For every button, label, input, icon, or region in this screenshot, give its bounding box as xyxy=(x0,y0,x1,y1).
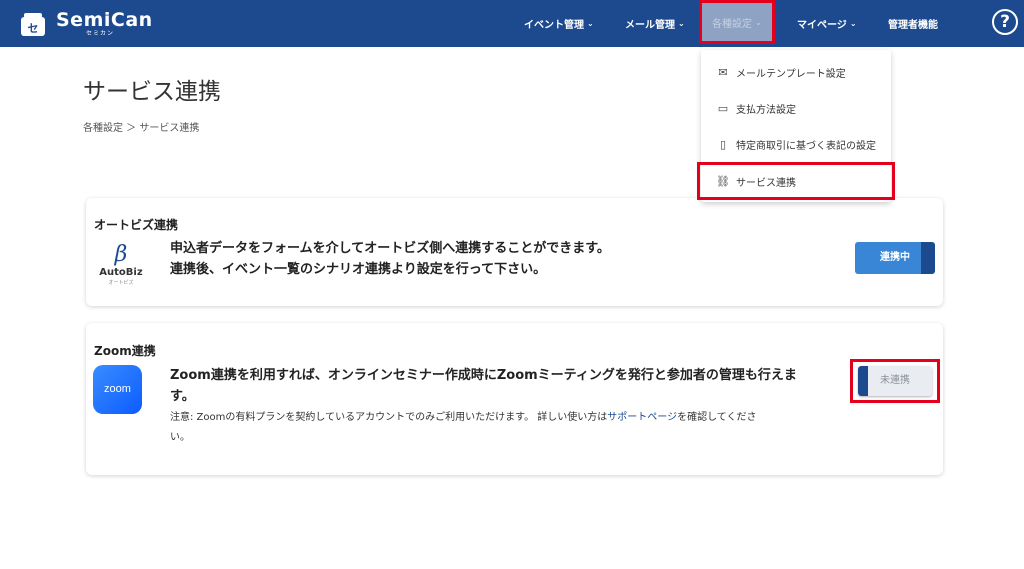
autobiz-description: 申込者データをフォームを介してオートビズ側へ連携することができます。 連携後、イ… xyxy=(170,241,610,277)
chevron-down-icon: ⌄ xyxy=(678,19,685,28)
nav-settings[interactable]: 各種設定 ⌄ xyxy=(699,0,775,44)
chevron-down-icon: ⌄ xyxy=(755,17,762,27)
svg-text:セ: セ xyxy=(28,22,39,35)
zoom-unlinked-button[interactable]: 未連携 xyxy=(858,366,932,396)
menu-item-commercial-transactions[interactable]: ▯ 特定商取引に基づく表記の設定 xyxy=(701,126,891,162)
menu-item-service-integration[interactable]: ⛓ サービス連携 xyxy=(697,162,895,200)
zoom-description: Zoom連携を利用すれば、オンラインセミナー作成時にZoomミーティングを発行と… xyxy=(170,368,797,404)
logo-text: SemiCan xyxy=(56,9,153,31)
chevron-down-icon: ⌄ xyxy=(849,19,857,28)
breadcrumb: 各種設定 ＞ サービス連携 xyxy=(83,123,200,134)
autobiz-title: オートビズ連携 xyxy=(94,218,179,232)
nav-mypage[interactable]: マイページ ⌄ xyxy=(797,0,857,47)
nav-mail-management[interactable]: メール管理 ⌄ xyxy=(625,0,685,47)
autobiz-linked-button[interactable]: 連携中 xyxy=(855,242,935,274)
mail-icon: ✉ xyxy=(718,65,728,79)
autobiz-logo: β AutoBiz オートビズ xyxy=(96,244,146,294)
nav-event-management[interactable]: イベント管理 ⌄ xyxy=(524,0,594,47)
page-title: サービス連携 xyxy=(83,79,221,105)
card-icon: ▭ xyxy=(717,101,729,115)
menu-item-mail-template[interactable]: ✉ メールテンプレート設定 xyxy=(701,54,891,90)
zoom-unlinked-highlight: 未連携 xyxy=(850,359,940,403)
nav-admin[interactable]: 管理者機能 xyxy=(888,0,938,47)
zoom-note: 注意: Zoomの有料プランを契約しているアカウントでのみご利用いただけます。 … xyxy=(170,412,757,443)
support-page-link[interactable]: サポートページ xyxy=(607,412,677,423)
semican-logo[interactable]: セ SemiCan セミカン xyxy=(18,8,153,40)
help-icon[interactable]: ? xyxy=(992,9,1018,35)
menu-item-payment-method[interactable]: ▭ 支払方法設定 xyxy=(701,90,891,126)
zoom-title: Zoom連携 xyxy=(94,344,156,358)
settings-dropdown: ✉ メールテンプレート設定 ▭ 支払方法設定 ▯ 特定商取引に基づく表記の設定 ⛓ サー… xyxy=(697,50,895,202)
link-icon: ⛓ xyxy=(716,174,730,188)
document-icon: ▯ xyxy=(719,137,727,151)
logo-icon: セ xyxy=(21,13,45,36)
zoom-logo: zoom xyxy=(93,365,142,414)
zoom-card: Zoom連携 zoom Zoom連携を利用すれば、オンラインセミナー作成時にZo… xyxy=(86,323,943,475)
autobiz-card: オートビズ連携 β AutoBiz オートビズ 申込者データをフォームを介してオ… xyxy=(86,198,943,306)
top-navbar: セ SemiCan セミカン イベント管理 ⌄ メール管理 ⌄ 各種設定 ⌄ マイペー… xyxy=(0,0,1024,47)
logo-subtext: セミカン xyxy=(86,30,115,37)
chevron-down-icon: ⌄ xyxy=(587,19,594,28)
beta-icon: β xyxy=(114,242,128,267)
